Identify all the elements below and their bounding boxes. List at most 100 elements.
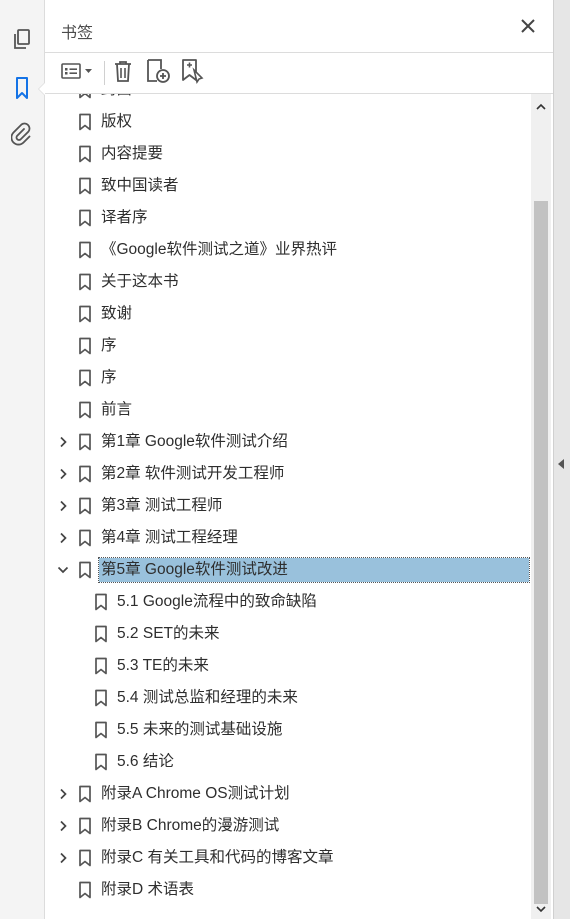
bookmark-label: 关于这本书	[101, 273, 179, 290]
bookmark-item[interactable]: 第1章 Google软件测试介绍	[45, 426, 531, 458]
pages-icon	[11, 28, 33, 57]
panel-title: 书签	[61, 25, 94, 42]
bookmark-icon	[94, 593, 108, 611]
bookmark-item[interactable]: 前言	[45, 394, 531, 426]
bookmark-icon	[94, 625, 108, 643]
bookmark-item[interactable]: 版权	[45, 106, 531, 138]
panel-header: 书签	[45, 0, 553, 52]
chevron-right-icon[interactable]	[55, 786, 71, 802]
vertical-scrollbar[interactable]	[531, 94, 551, 919]
bookmarks-button[interactable]	[8, 76, 36, 104]
bookmark-item[interactable]: 致谢	[45, 298, 531, 330]
chevron-down-icon[interactable]	[55, 562, 71, 578]
scrollbar-thumb[interactable]	[534, 201, 548, 904]
bookmark-icon	[78, 881, 92, 899]
delete-bookmark-button[interactable]	[111, 60, 135, 86]
bookmark-label: 5.6 结论	[117, 753, 174, 770]
chevron-right-icon[interactable]	[55, 530, 71, 546]
chevron-right-icon[interactable]	[55, 466, 71, 482]
bookmark-item[interactable]: 附录B Chrome的漫游测试	[45, 810, 531, 842]
bookmark-label: 5.3 TE的未来	[117, 657, 209, 674]
bookmark-label: 版权	[101, 113, 133, 130]
bookmarks-panel: 书签 封面版权内容提要致中国读者译	[45, 0, 553, 919]
bookmark-label: 附录A Chrome OS测试计划	[101, 785, 290, 802]
chevron-right-icon[interactable]	[55, 850, 71, 866]
bookmark-label: 内容提要	[101, 145, 164, 162]
bookmark-icon	[78, 145, 92, 163]
bookmark-subitem[interactable]: 5.4 测试总监和经理的未来	[45, 682, 531, 714]
bookmark-icon	[78, 241, 92, 259]
bookmark-item[interactable]: 关于这本书	[45, 266, 531, 298]
bookmark-label: 5.1 Google流程中的致命缺陷	[117, 593, 317, 610]
document-pane-edge	[553, 0, 570, 919]
bookmark-subitem[interactable]: 5.6 结论	[45, 746, 531, 778]
bookmark-icon	[78, 273, 92, 291]
bookmark-item[interactable]: 第2章 软件测试开发工程师	[45, 458, 531, 490]
bookmark-subitem[interactable]: 5.1 Google流程中的致命缺陷	[45, 586, 531, 618]
scroll-up-button[interactable]	[534, 100, 548, 112]
bookmark-label: 致中国读者	[101, 177, 179, 194]
bookmark-item[interactable]: 第5章 Google软件测试改进	[45, 554, 531, 586]
bookmark-icon	[78, 337, 92, 355]
bookmark-icon	[78, 94, 92, 99]
chevron-right-icon[interactable]	[55, 434, 71, 450]
bookmark-icon	[78, 305, 92, 323]
bookmark-item[interactable]: 附录A Chrome OS测试计划	[45, 778, 531, 810]
bookmark-icon	[94, 657, 108, 675]
attachments-button[interactable]	[8, 121, 36, 149]
scroll-down-button[interactable]	[534, 903, 548, 915]
toolbar-separator	[104, 61, 105, 85]
chevron-right-icon[interactable]	[55, 818, 71, 834]
bookmark-icon	[78, 849, 92, 867]
close-icon	[521, 18, 535, 38]
bookmark-label: 附录B Chrome的漫游测试	[101, 817, 280, 834]
bookmark-item[interactable]: 第3章 测试工程师	[45, 490, 531, 522]
bookmark-item[interactable]: 附录C 有关工具和代码的博客文章	[45, 842, 531, 874]
bookmark-item[interactable]: 封面	[45, 94, 531, 106]
bookmark-item[interactable]: 序	[45, 330, 531, 362]
attachment-icon	[10, 120, 33, 151]
bookmark-icon	[78, 785, 92, 803]
bookmark-label: 序	[101, 369, 117, 386]
bookmark-icon	[13, 76, 31, 105]
bookmark-label: 附录D 术语表	[101, 881, 195, 898]
bookmark-icon	[78, 817, 92, 835]
bookmark-subitem[interactable]: 5.5 未来的测试基础设施	[45, 714, 531, 746]
bookmark-icon	[78, 465, 92, 483]
bookmark-label: 致谢	[101, 305, 133, 322]
bookmark-icon	[78, 209, 92, 227]
new-bookmark-button[interactable]	[145, 58, 171, 89]
bookmark-item[interactable]: 译者序	[45, 202, 531, 234]
bookmark-icon	[78, 177, 92, 195]
bookmark-icon	[78, 433, 92, 451]
bookmark-icon	[94, 721, 108, 739]
bookmark-item[interactable]: 内容提要	[45, 138, 531, 170]
close-panel-button[interactable]	[517, 17, 539, 39]
bookmark-subitem[interactable]: 5.3 TE的未来	[45, 650, 531, 682]
bookmark-item[interactable]: 《Google软件测试之道》业界热评	[45, 234, 531, 266]
chevron-right-icon[interactable]	[55, 498, 71, 514]
bookmark-item[interactable]: 附录D 术语表	[45, 874, 531, 906]
new-bookmark-from-selection-button[interactable]	[179, 58, 205, 89]
bookmark-label: 序	[101, 337, 117, 354]
options-menu-button[interactable]	[59, 60, 97, 86]
bookmark-label: 第5章 Google软件测试改进	[98, 557, 530, 583]
bookmark-label: 第4章 测试工程经理	[101, 529, 238, 546]
bookmark-label: 附录C 有关工具和代码的博客文章	[101, 849, 334, 866]
bookmark-from-selection-icon	[179, 58, 205, 89]
bookmark-icon	[78, 113, 92, 131]
new-bookmark-icon	[145, 58, 171, 89]
bookmark-item[interactable]: 致中国读者	[45, 170, 531, 202]
collapse-panel-handle[interactable]	[558, 459, 564, 469]
bookmark-item[interactable]: 序	[45, 362, 531, 394]
page-thumbnails-button[interactable]	[8, 28, 36, 56]
bookmark-label: 第2章 软件测试开发工程师	[101, 465, 285, 482]
bookmarks-toolbar	[45, 52, 553, 94]
bookmark-label: 前言	[101, 401, 133, 418]
bookmark-tree: 封面版权内容提要致中国读者译者序《Google软件测试之道》业界热评关于这本书致…	[45, 94, 531, 919]
bookmark-label: 封面	[99, 94, 134, 102]
bookmark-item[interactable]: 第4章 测试工程经理	[45, 522, 531, 554]
bookmark-icon	[78, 561, 92, 579]
bookmark-subitem[interactable]: 5.2 SET的未来	[45, 618, 531, 650]
bookmark-icon	[78, 529, 92, 547]
